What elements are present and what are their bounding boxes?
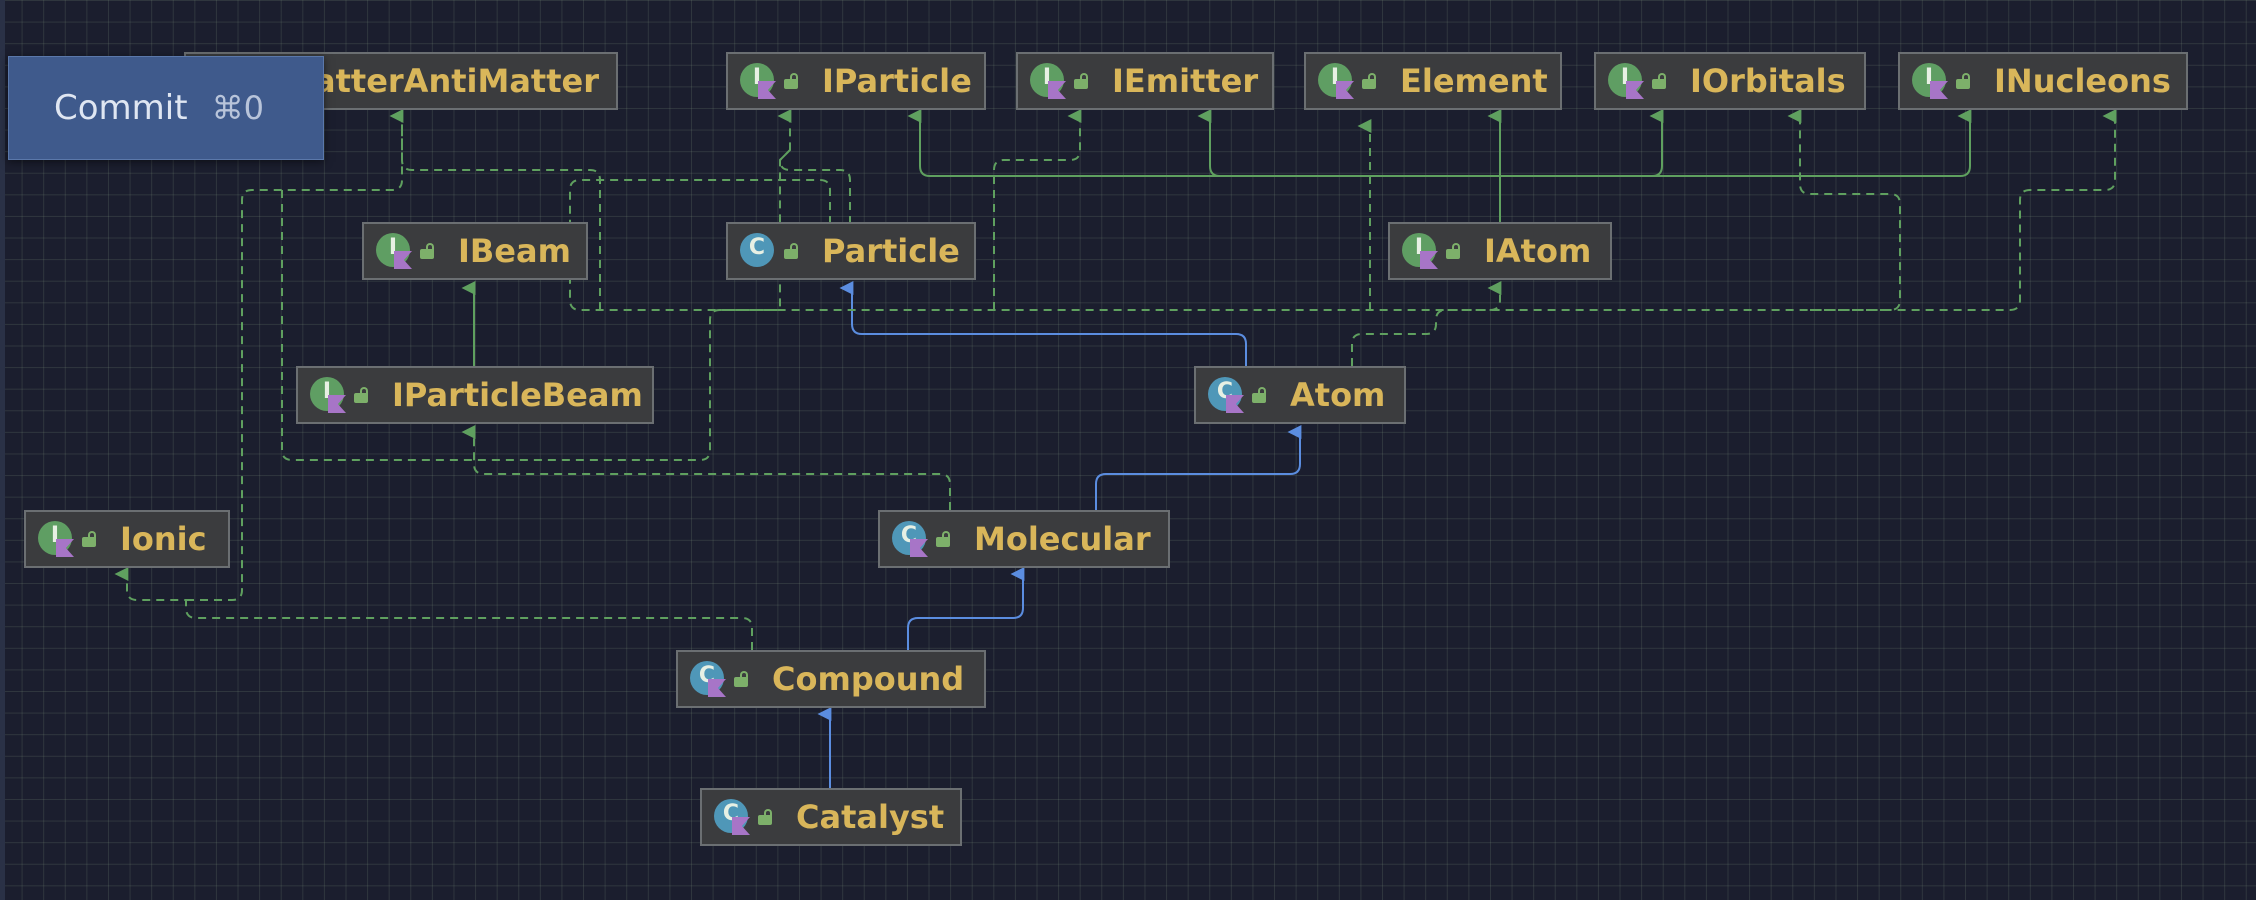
public-lock-icon [734, 671, 748, 687]
interface-icon: I [1402, 233, 1438, 269]
class-icon: C [892, 521, 928, 557]
public-lock-icon [758, 809, 772, 825]
edge-compound-to-ionic [114, 567, 753, 650]
node-iparticle[interactable]: I IParticle [726, 52, 986, 110]
commit-label: Commit [54, 88, 188, 128]
node-label: IAtom [1484, 232, 1592, 270]
node-label: atterAntiMatter [314, 62, 599, 100]
node-label: Element [1400, 62, 1548, 100]
interface-icon: I [1912, 63, 1948, 99]
node-compound[interactable]: C Compound [676, 650, 986, 708]
public-lock-icon [1956, 73, 1970, 89]
node-label: Molecular [974, 520, 1151, 558]
edge-molecular-to-atom [1095, 425, 1302, 510]
edge-particle-to-iemitter [569, 109, 2117, 311]
node-label: Ionic [120, 520, 207, 558]
interface-icon: I [310, 377, 346, 413]
node-iorbitals[interactable]: I IOrbitals [1594, 52, 1866, 110]
public-lock-icon [936, 531, 950, 547]
node-label: INucleons [1994, 62, 2171, 100]
edge-molecular-to-iparticlebeam [461, 425, 951, 510]
node-inucleons[interactable]: I INucleons [1898, 52, 2188, 110]
node-element[interactable]: I Element [1304, 52, 1562, 110]
public-lock-icon [784, 243, 798, 259]
edge-iatom-to-iparticle [907, 109, 1220, 177]
class-icon: C [1208, 377, 1244, 413]
node-ionic[interactable]: I Ionic [24, 510, 230, 568]
public-lock-icon [784, 73, 798, 89]
edge-iatom-to-iemitter [1197, 109, 1500, 177]
node-iemitter[interactable]: I IEmitter [1016, 52, 1274, 110]
node-label: Compound [772, 660, 965, 698]
public-lock-icon [82, 531, 96, 547]
node-atom[interactable]: C Atom [1194, 366, 1406, 424]
node-particle[interactable]: C Particle [726, 222, 976, 280]
class-icon: C [690, 661, 726, 697]
node-label: Particle [822, 232, 960, 270]
node-molecular[interactable]: C Molecular [878, 510, 1170, 568]
node-label: Catalyst [796, 798, 945, 836]
edge-atom-to-iatom [1351, 281, 1502, 366]
public-lock-icon [420, 243, 434, 259]
interface-icon: I [38, 521, 74, 557]
node-label: IOrbitals [1690, 62, 1846, 100]
class-icon: C [740, 233, 776, 269]
interface-icon: I [1318, 63, 1354, 99]
node-label: Atom [1290, 376, 1386, 414]
node-label: IEmitter [1112, 62, 1259, 100]
public-lock-icon [1252, 387, 1266, 403]
node-label: IParticleBeam [392, 376, 643, 414]
interface-icon: I [740, 63, 776, 99]
interface-icon: I [1030, 63, 1066, 99]
public-lock-icon [1362, 73, 1376, 89]
public-lock-icon [1446, 243, 1460, 259]
edge-iatom-to-iorbitals [1500, 109, 1664, 177]
class-icon: C [714, 799, 750, 835]
edge-atom-to-particle [839, 281, 1247, 366]
node-iatom[interactable]: I IAtom [1388, 222, 1612, 280]
node-label: IBeam [458, 232, 571, 270]
node-catalyst[interactable]: C Catalyst [700, 788, 962, 846]
public-lock-icon [354, 387, 368, 403]
public-lock-icon [1074, 73, 1088, 89]
public-lock-icon [1652, 73, 1666, 89]
interface-icon: I [1608, 63, 1644, 99]
interface-icon: I [376, 233, 412, 269]
edge-dashed-to-element [1787, 109, 1901, 311]
node-ibeam[interactable]: I IBeam [362, 222, 588, 280]
edge-dashed-top-connector [993, 109, 1082, 310]
uml-class-diagram: atterAntiMatter I IParticle I IEmitter I… [0, 0, 2256, 900]
commit-shortcut: ⌘0 [211, 89, 264, 127]
edge-compound-to-molecular [907, 567, 1025, 650]
diagram-edges [114, 109, 2117, 788]
commit-tool-window-button[interactable]: Commit ⌘0 [8, 56, 324, 160]
edge-particle-to-iparticle [777, 109, 851, 224]
node-iparticlebeam[interactable]: I IParticleBeam [296, 366, 654, 424]
node-label: IParticle [822, 62, 972, 100]
